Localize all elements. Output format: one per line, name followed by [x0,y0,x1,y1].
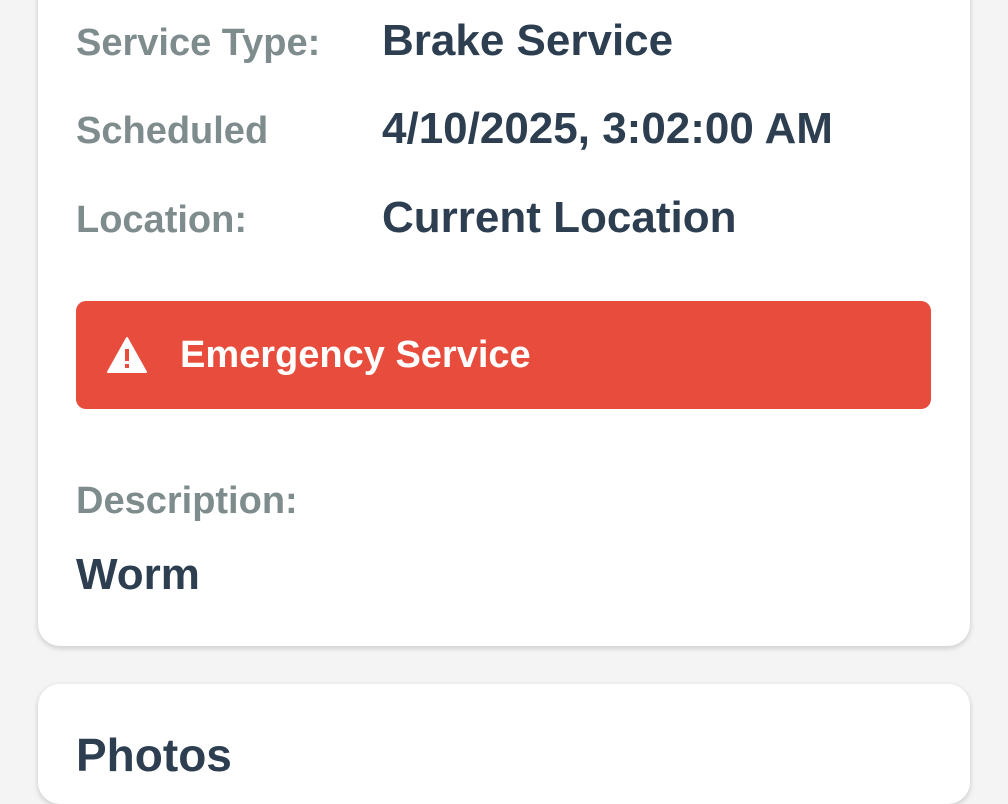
service-type-label: Service Type: [76,22,321,64]
photos-card: Photos [38,684,970,804]
location-row: Location: Current Location [76,193,736,243]
location-label: Location: [76,199,247,241]
service-details-card: Service Type: Brake Service Scheduled 4/… [38,0,970,646]
emergency-service-text: Emergency Service [180,333,531,376]
photos-title: Photos [76,729,232,781]
service-type-row: Service Type: Brake Service [76,16,673,66]
scheduled-value: 4/10/2025, 3:02:00 AM [382,104,833,153]
scheduled-label: Scheduled [76,110,269,152]
location-value: Current Location [382,193,737,242]
scheduled-row: Scheduled 4/10/2025, 3:02:00 AM [76,104,833,154]
service-type-value: Brake Service [382,16,674,65]
emergency-service-banner: Emergency Service [76,301,931,409]
warning-icon [106,335,148,375]
description-label: Description: [76,480,298,522]
description-value: Worm [76,550,200,599]
